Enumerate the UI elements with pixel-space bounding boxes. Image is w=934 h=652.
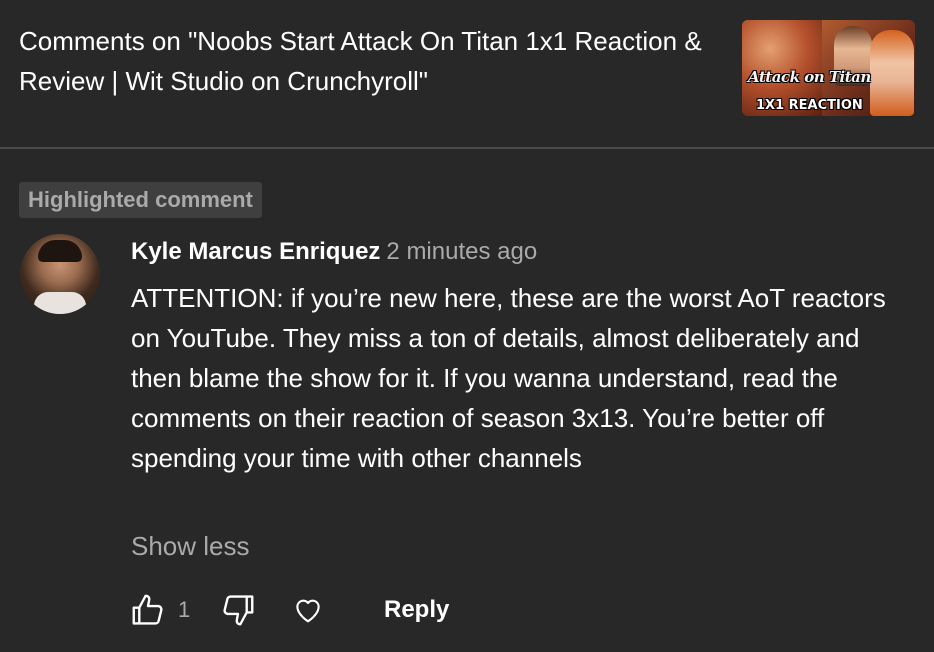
avatar-hair xyxy=(38,240,82,262)
video-thumbnail[interactable]: Attack on Titan 1X1 REACTION xyxy=(742,20,915,116)
heart-icon xyxy=(296,599,320,623)
thumbnail-label: 1X1 REACTION xyxy=(756,98,863,113)
thumbs-down-icon xyxy=(223,595,254,626)
comment-actions: 1 Reply xyxy=(128,590,728,630)
comment-author[interactable]: Kyle Marcus Enriquez xyxy=(131,238,380,265)
thumbs-up-icon xyxy=(132,594,163,625)
avatar-shirt xyxy=(34,292,86,314)
reply-button[interactable]: Reply xyxy=(384,594,449,626)
comments-header: Comments on "Noobs Start Attack On Titan… xyxy=(0,0,934,148)
show-less-button[interactable]: Show less xyxy=(131,528,250,564)
avatar[interactable] xyxy=(20,234,100,314)
heart-button[interactable] xyxy=(288,590,328,630)
like-count: 1 xyxy=(178,597,191,622)
highlighted-comment-badge: Highlighted comment xyxy=(19,182,262,218)
thumbnail-logo: Attack on Titan xyxy=(748,68,871,86)
video-title: Comments on "Noobs Start Attack On Titan… xyxy=(19,26,702,96)
dislike-button[interactable] xyxy=(218,590,258,630)
comment-timestamp[interactable]: 2 minutes ago xyxy=(386,238,537,265)
comment-header: Kyle Marcus Enriquez 2 minutes ago xyxy=(131,236,537,268)
like-button[interactable] xyxy=(128,590,168,630)
comment-text: ATTENTION: if you’re new here, these are… xyxy=(131,283,886,473)
header-divider xyxy=(0,147,934,149)
reactor-figure-female xyxy=(870,30,914,116)
